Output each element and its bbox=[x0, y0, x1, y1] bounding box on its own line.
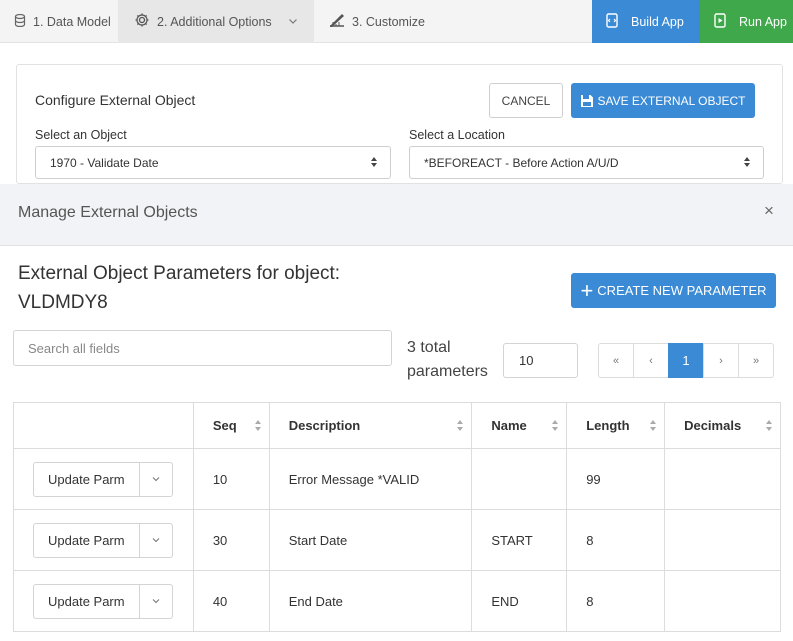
cell-decimals bbox=[664, 448, 781, 510]
cell-name bbox=[471, 448, 568, 510]
cell-length: 8 bbox=[566, 570, 666, 632]
build-app-label: Build App bbox=[631, 14, 684, 29]
column-header-seq[interactable]: Seq bbox=[192, 402, 270, 449]
table-row: Update Parm 10 Error Message *VALID 99 bbox=[13, 448, 781, 510]
total-count-line: 3 total bbox=[407, 339, 451, 356]
cell-length: 8 bbox=[566, 509, 666, 571]
row-actions-cell: Update Parm bbox=[13, 570, 194, 632]
update-parm-button[interactable]: Update Parm bbox=[33, 522, 173, 558]
update-parm-label: Update Parm bbox=[34, 462, 140, 496]
manage-title: Manage External Objects bbox=[18, 204, 198, 221]
cell-name: START bbox=[471, 509, 568, 571]
cell-decimals bbox=[664, 509, 781, 571]
plus-icon: + bbox=[580, 277, 594, 303]
top-nav: 1. Data Model 2. Additional Options 3. C… bbox=[0, 0, 793, 43]
build-app-button[interactable]: Build App bbox=[592, 0, 700, 43]
cancel-button[interactable]: CANCEL bbox=[489, 83, 563, 118]
cell-name: END bbox=[471, 570, 568, 632]
pagination: « ‹ 1 › » bbox=[598, 343, 774, 378]
run-app-button[interactable]: Run App bbox=[700, 0, 793, 43]
column-header-label: Seq bbox=[212, 418, 237, 433]
chevron-down-icon[interactable] bbox=[140, 585, 172, 618]
column-header-label: Decimals bbox=[684, 418, 742, 433]
update-parm-label: Update Parm bbox=[34, 584, 140, 618]
chevron-down-icon[interactable] bbox=[288, 15, 298, 29]
update-parm-button[interactable]: Update Parm bbox=[33, 583, 173, 619]
chevron-down-icon[interactable] bbox=[140, 524, 172, 557]
floppy-disk-icon bbox=[581, 94, 594, 107]
parameters-title-line: External Object Parameters for object: bbox=[18, 263, 341, 284]
location-select[interactable]: *BEFOREACT - Before Action A/U/D bbox=[409, 146, 764, 179]
object-name: VLDMDY8 bbox=[18, 292, 108, 313]
manage-external-objects-header: Manage External Objects × bbox=[0, 184, 793, 246]
sort-icon[interactable] bbox=[551, 419, 559, 435]
sort-icon[interactable] bbox=[765, 419, 773, 435]
step-label: 2. Additional Options bbox=[157, 14, 272, 29]
object-select-value: 1970 - Validate Date bbox=[50, 155, 159, 170]
column-header-decimals[interactable]: Decimals bbox=[664, 402, 781, 449]
database-icon bbox=[14, 13, 26, 30]
sort-icon[interactable] bbox=[456, 419, 464, 435]
page-1-button[interactable]: 1 bbox=[668, 343, 704, 378]
object-select[interactable]: 1970 - Validate Date bbox=[35, 146, 391, 179]
step-label: 1. Data Model bbox=[33, 14, 111, 29]
run-app-label: Run App bbox=[739, 14, 787, 29]
sort-icon[interactable] bbox=[649, 419, 657, 435]
column-header-length[interactable]: Length bbox=[566, 402, 666, 449]
page-size-input[interactable]: 10 bbox=[503, 343, 578, 378]
cell-length: 99 bbox=[566, 448, 666, 510]
cell-description: Error Message *VALID bbox=[268, 448, 473, 510]
table-row: Update Parm 30 Start Date START 8 bbox=[13, 509, 781, 571]
play-icon bbox=[714, 12, 726, 31]
build-icon bbox=[606, 12, 618, 31]
column-header-label: Name bbox=[491, 418, 527, 433]
sort-arrows-icon bbox=[743, 156, 751, 171]
column-header-name[interactable]: Name bbox=[471, 402, 568, 449]
cell-seq: 10 bbox=[192, 448, 270, 510]
total-count-unit: parameters bbox=[407, 363, 488, 380]
update-parm-button[interactable]: Update Parm bbox=[33, 461, 173, 497]
parameters-table: Seq Description Name Length Decimals Upd… bbox=[13, 402, 781, 632]
configure-title: Configure External Object bbox=[35, 92, 196, 108]
configure-panel: Configure External Object CANCEL SAVE EX… bbox=[16, 64, 783, 184]
table-row: Update Parm 40 End Date END 8 bbox=[13, 570, 781, 632]
create-label: CREATE NEW PARAMETER bbox=[597, 283, 767, 298]
location-label: Select a Location bbox=[409, 128, 505, 142]
create-new-parameter-button[interactable]: + CREATE NEW PARAMETER bbox=[571, 273, 776, 308]
step-additional-options[interactable]: 2. Additional Options bbox=[118, 0, 314, 43]
cell-description: Start Date bbox=[268, 509, 473, 571]
prev-page-button[interactable]: ‹ bbox=[633, 343, 669, 378]
column-header-label: Description bbox=[288, 418, 361, 433]
total-count: 3 total parameters bbox=[407, 336, 507, 384]
gear-icon bbox=[134, 12, 150, 31]
cell-seq: 40 bbox=[192, 570, 270, 632]
parameters-title: External Object Parameters for object: V… bbox=[18, 259, 340, 317]
next-page-button[interactable]: › bbox=[703, 343, 739, 378]
save-external-object-button[interactable]: SAVE EXTERNAL OBJECT bbox=[571, 83, 755, 118]
pencil-ruler-icon bbox=[329, 13, 345, 30]
step-customize[interactable]: 3. Customize bbox=[329, 0, 425, 43]
row-actions-cell: Update Parm bbox=[13, 448, 194, 510]
update-parm-label: Update Parm bbox=[34, 523, 140, 557]
table-header-row: Seq Description Name Length Decimals bbox=[13, 402, 781, 449]
cell-description: End Date bbox=[268, 570, 473, 632]
first-page-button[interactable]: « bbox=[598, 343, 634, 378]
location-select-value: *BEFOREACT - Before Action A/U/D bbox=[424, 155, 619, 170]
search-input[interactable] bbox=[13, 330, 392, 366]
chevron-down-icon[interactable] bbox=[140, 463, 172, 496]
column-header-label: Length bbox=[586, 418, 630, 433]
cell-seq: 30 bbox=[192, 509, 270, 571]
column-header-actions bbox=[13, 402, 194, 449]
column-header-description[interactable]: Description bbox=[268, 402, 473, 449]
step-data-model[interactable]: 1. Data Model bbox=[14, 0, 111, 43]
save-label: SAVE EXTERNAL OBJECT bbox=[597, 93, 746, 108]
object-label: Select an Object bbox=[35, 128, 127, 142]
step-label: 3. Customize bbox=[352, 14, 425, 29]
sort-arrows-icon bbox=[370, 156, 378, 171]
close-icon[interactable]: × bbox=[764, 201, 774, 221]
last-page-button[interactable]: » bbox=[738, 343, 774, 378]
cell-decimals bbox=[664, 570, 781, 632]
row-actions-cell: Update Parm bbox=[13, 509, 194, 571]
sort-icon[interactable] bbox=[254, 419, 262, 435]
